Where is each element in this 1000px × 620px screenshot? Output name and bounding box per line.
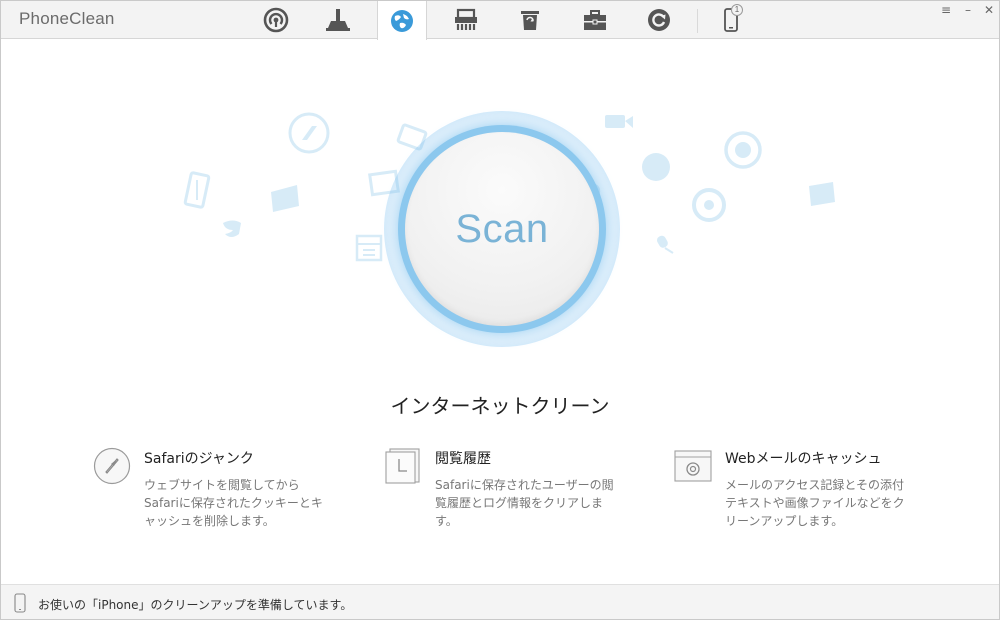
title-bar: PhoneClean 1 ≡ – ✕ (1, 1, 999, 40)
feature-description: Safariに保存されたユーザーの閲覧履歴とログ情報をクリアします。 (435, 478, 614, 528)
firefox-decor-icon (724, 131, 762, 169)
mail-decor-icon (271, 185, 299, 212)
app-title: PhoneClean (19, 9, 115, 28)
scan-face: Scan (405, 132, 599, 326)
feature-title: Safariのジャンク (144, 451, 254, 467)
feature-title: 閲覧履歴 (435, 451, 491, 467)
calendar-decor-icon (355, 234, 383, 262)
broom-icon (326, 9, 350, 31)
tab-toolbox[interactable] (570, 1, 620, 39)
tab-quick-clean[interactable] (251, 1, 301, 39)
phone-outline-icon (14, 593, 26, 613)
tab-deep-clean[interactable] (313, 1, 363, 39)
toolbar-divider (697, 9, 698, 33)
guitar-decor-icon (183, 171, 211, 209)
tab-privacy-clean[interactable] (441, 1, 491, 39)
broadcast-icon (263, 7, 289, 33)
globe-decor-icon (642, 153, 670, 181)
tab-restore[interactable] (634, 1, 684, 39)
feature-title: Webメールのキャッシュ (725, 451, 882, 467)
video-decor-icon (605, 115, 633, 128)
minimize-button[interactable]: – (960, 3, 976, 17)
status-bar: お使いの「iPhone」のクリーンアップを準備しています。 (1, 584, 999, 619)
webmail-icon (674, 450, 712, 482)
tab-internet-clean[interactable] (377, 1, 427, 40)
trash-bin-icon (521, 11, 539, 30)
refresh-icon (648, 9, 670, 31)
feature-description: ウェブサイトを閲覧してからSafariに保存されたクッキーとキャッシュを削除しま… (144, 478, 323, 528)
app-window: PhoneClean 1 ≡ – ✕ Scan インターネットクリーン Safa… (0, 0, 1000, 620)
mic-decor-icon (657, 235, 674, 254)
compass-decor-icon (288, 112, 330, 154)
device-count-badge: 1 (731, 4, 743, 16)
status-text: お使いの「iPhone」のクリーンアップを準備しています。 (38, 598, 353, 612)
twitter-decor-icon (223, 220, 241, 237)
close-button[interactable]: ✕ (981, 3, 997, 17)
toolbox-icon (584, 10, 606, 30)
feature-description: メールのアクセス記録とその添付テキストや画像ファイルなどをクリーンアップします。 (725, 478, 905, 528)
shredder-icon (455, 8, 477, 30)
history-icon (385, 448, 420, 484)
music-decor-icon (809, 182, 835, 206)
scan-button[interactable]: Scan (384, 111, 620, 347)
section-title: インターネットクリーン (390, 394, 610, 418)
chrome-decor-icon (692, 188, 726, 222)
globe-icon (391, 9, 413, 32)
tab-system-clean[interactable] (505, 1, 555, 39)
compass-icon (93, 447, 131, 485)
scan-label: Scan (455, 206, 549, 251)
main-panel: Scan インターネットクリーン Safariのジャンク ウェブサイトを閲覧して… (1, 40, 999, 584)
menu-button[interactable]: ≡ (938, 3, 954, 17)
